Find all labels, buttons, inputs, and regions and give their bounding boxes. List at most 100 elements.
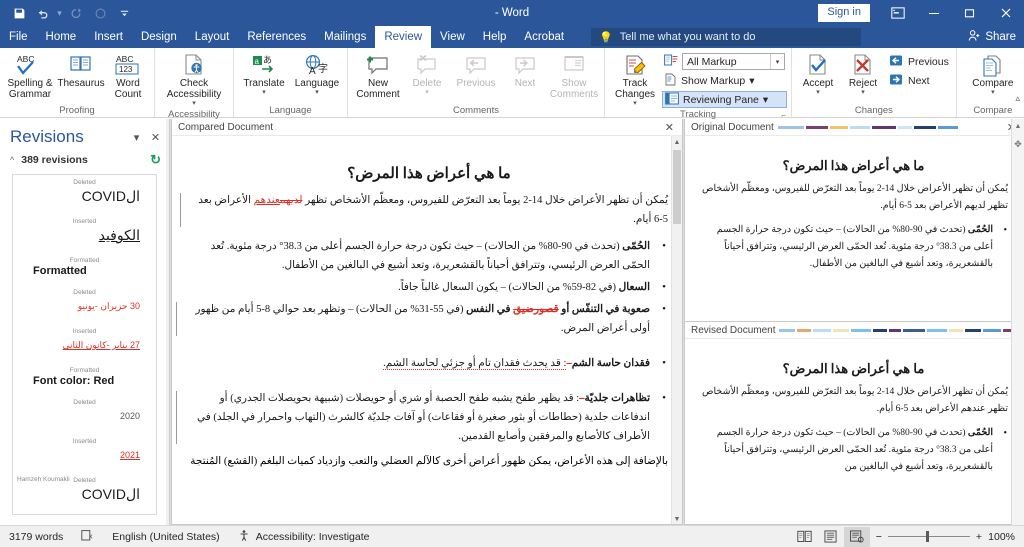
zoom-in-button[interactable]: +: [976, 531, 982, 543]
customize-qat-icon[interactable]: [113, 2, 135, 24]
list-item[interactable]: Inserted 2021: [13, 434, 156, 473]
close-icon[interactable]: ✕: [661, 121, 678, 134]
split-pane-handle-icon[interactable]: ✥: [1012, 137, 1024, 152]
previous-comment-button[interactable]: Previous: [450, 51, 502, 90]
repeat-icon[interactable]: [89, 2, 111, 24]
list-item[interactable]: Deleted 2020: [13, 395, 156, 434]
original-document-body[interactable]: ما هي أعراض هذا المرض؟ يُمكن أن تظهر الأ…: [685, 136, 1024, 321]
chevron-down-icon[interactable]: ▾: [861, 89, 865, 96]
undo-icon[interactable]: [32, 2, 54, 24]
collapse-ribbon-icon[interactable]: ▵: [1015, 93, 1020, 104]
print-layout-icon[interactable]: [818, 527, 844, 547]
ribbon-display-options-icon[interactable]: [880, 0, 916, 26]
scrollbar-thumb[interactable]: [673, 150, 681, 224]
close-icon[interactable]: ✕: [148, 131, 163, 144]
list-item[interactable]: Inserted 27 يناير -كانون الثاني: [13, 324, 156, 363]
chevron-down-icon[interactable]: ▾: [749, 75, 754, 87]
tab-mailings[interactable]: Mailings: [315, 26, 375, 48]
tab-view[interactable]: View: [431, 26, 474, 48]
share-button[interactable]: Share: [968, 29, 1016, 45]
chevron-down-icon[interactable]: ▾: [129, 131, 144, 144]
thesaurus-button[interactable]: Thesaurus: [57, 51, 105, 90]
refresh-icon[interactable]: ↻: [150, 152, 161, 168]
list-item[interactable]: Formatted Font color: Red: [13, 363, 156, 395]
chevron-up-icon[interactable]: ^: [10, 155, 14, 165]
show-markup-row[interactable]: Show Markup ▾: [662, 72, 787, 89]
revisions-list[interactable]: Deleted الCOVID Inserted الكوفيد Formatt…: [12, 174, 157, 515]
previous-change-button[interactable]: Previous: [886, 53, 952, 70]
scroll-down-icon[interactable]: ▼: [672, 513, 682, 524]
check-accessibility-button[interactable]: Check Accessibility ▾: [159, 51, 229, 108]
tab-insert[interactable]: Insert: [85, 26, 132, 48]
zoom-level-label[interactable]: 100%: [988, 531, 1024, 543]
language-status[interactable]: English (United States): [103, 526, 228, 547]
list-item[interactable]: Formatted Formatted: [13, 253, 156, 285]
reject-change-button[interactable]: Reject ▾: [841, 51, 885, 97]
sign-in-button[interactable]: Sign in: [818, 4, 870, 22]
outer-scroll-column[interactable]: ▲ ✥: [1011, 119, 1024, 525]
document-paragraph-closing: بالإضافة إلى هذه الأعراض، يمكن ظهور أعرا…: [190, 452, 668, 471]
undo-dropdown-icon[interactable]: ▾: [56, 8, 63, 19]
accessibility-status[interactable]: Accessibility: Investigate: [229, 526, 379, 547]
chevron-down-icon[interactable]: ▾: [425, 89, 429, 96]
revised-document-body[interactable]: ما هي أعراض هذا المرض؟ يُمكن أن تظهر الأ…: [685, 339, 1024, 524]
tab-help[interactable]: Help: [474, 26, 516, 48]
accept-change-button[interactable]: Accept ▾: [796, 51, 840, 97]
markup-view-dropdown[interactable]: All Markup ▾: [682, 53, 785, 70]
spelling-grammar-button[interactable]: ABC Spelling & Grammar: [4, 51, 56, 101]
scroll-up-icon[interactable]: ▲: [1012, 119, 1024, 134]
tab-review[interactable]: Review: [375, 26, 431, 48]
zoom-out-button[interactable]: −: [876, 531, 882, 543]
next-comment-button[interactable]: Next: [503, 51, 547, 90]
zoom-slider[interactable]: [888, 531, 970, 543]
word-count-status[interactable]: 3179 words: [0, 526, 72, 547]
chevron-down-icon[interactable]: ▾: [315, 89, 319, 96]
revisions-pane-scrollbar[interactable]: [166, 119, 169, 525]
tab-design[interactable]: Design: [132, 26, 186, 48]
abc-123-icon: ABC 123: [113, 52, 143, 78]
chevron-down-icon[interactable]: ▾: [816, 89, 820, 96]
track-changes-button[interactable]: Track Changes ▾: [609, 51, 661, 108]
restore-icon[interactable]: [952, 0, 988, 26]
new-comment-button[interactable]: New Comment: [352, 51, 404, 101]
save-icon[interactable]: [8, 2, 30, 24]
chevron-down-icon[interactable]: ▾: [633, 100, 637, 107]
redo-icon[interactable]: [65, 2, 87, 24]
chevron-down-icon[interactable]: ▾: [770, 54, 784, 69]
web-layout-icon[interactable]: [844, 527, 870, 547]
compared-document-body[interactable]: ما هي أعراض هذا المرض؟ يُمكن أن تظهر الأ…: [172, 136, 682, 524]
list-item[interactable]: Inserted الكوفيد: [13, 512, 156, 515]
compare-button[interactable]: Compare ▾: [961, 51, 1024, 97]
tab-acrobat[interactable]: Acrobat: [515, 26, 573, 48]
chevron-down-icon[interactable]: ▾: [192, 100, 196, 107]
read-mode-icon[interactable]: [792, 527, 818, 547]
show-comments-button[interactable]: Show Comments: [548, 51, 600, 101]
chevron-down-icon[interactable]: ▾: [262, 89, 266, 96]
minimize-icon[interactable]: [916, 0, 952, 26]
reviewing-pane-toggle[interactable]: Reviewing Pane ▾: [662, 91, 787, 108]
zoom-slider-knob[interactable]: [926, 531, 929, 542]
scroll-up-icon[interactable]: ▲: [672, 136, 682, 147]
zoom-control[interactable]: − +: [870, 531, 988, 543]
tab-file[interactable]: File: [0, 26, 37, 48]
proofing-status[interactable]: x: [72, 526, 103, 547]
chevron-down-icon[interactable]: ▾: [991, 89, 995, 96]
chevron-down-icon[interactable]: ▾: [763, 94, 768, 106]
list-item[interactable]: Deleted الCOVID: [13, 175, 156, 214]
tell-me-search-box[interactable]: 💡 Tell me what you want to do: [591, 28, 861, 46]
translate-button[interactable]: a あ Translate ▾: [238, 51, 290, 97]
list-item[interactable]: Inserted الكوفيد: [13, 214, 156, 253]
next-change-button[interactable]: Next: [886, 72, 952, 89]
language-button[interactable]: A 字 Language ▾: [291, 51, 343, 97]
document-paragraph: يُمكن أن تظهر الأعراض خلال 14-2 يوماً بع…: [699, 384, 1008, 418]
tab-references[interactable]: References: [238, 26, 315, 48]
tab-layout[interactable]: Layout: [186, 26, 239, 48]
revisions-count-row[interactable]: ^ 389 revisions ↻: [0, 149, 169, 174]
word-count-button[interactable]: ABC 123 Word Count: [106, 51, 150, 101]
list-item[interactable]: Deleted 30 حزيران -يونيو: [13, 285, 156, 324]
close-icon[interactable]: [988, 0, 1024, 26]
compared-document-scrollbar[interactable]: ▲ ▼: [671, 136, 682, 524]
tab-home[interactable]: Home: [37, 26, 86, 48]
list-item[interactable]: Hamzeh Koumakli Deleted الCOVID: [13, 473, 156, 512]
delete-comment-button[interactable]: Delete ▾: [405, 51, 449, 97]
